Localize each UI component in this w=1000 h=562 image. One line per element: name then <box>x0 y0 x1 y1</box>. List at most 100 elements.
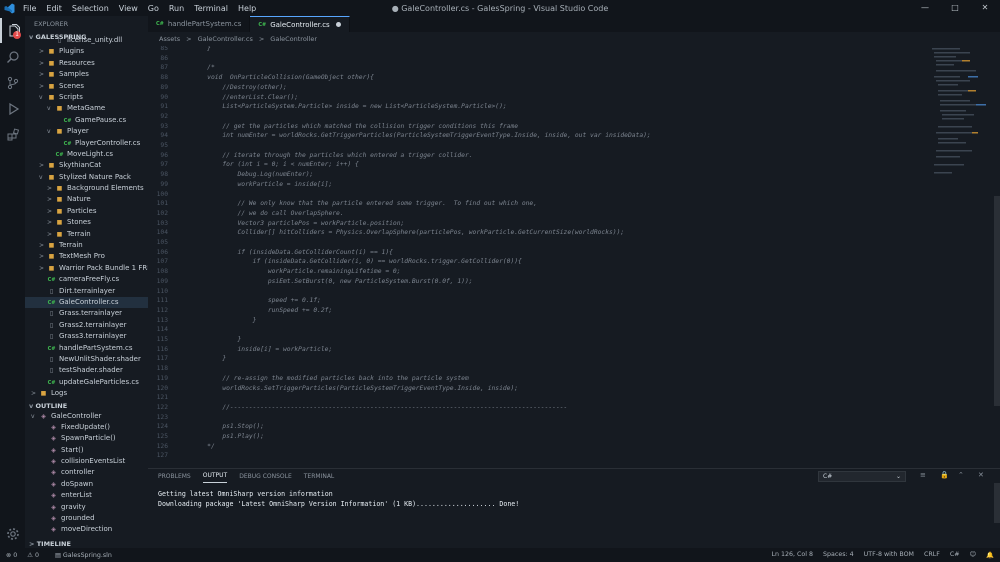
lock-icon[interactable]: 🔒 <box>940 471 949 479</box>
folder-item[interactable]: v ■ Player <box>25 126 148 137</box>
folder-item[interactable]: > ■ Warrior Pack Bundle 1 FREE <box>25 263 148 274</box>
output-channel-select[interactable]: C# ⌄ <box>818 471 906 482</box>
tab-galecontroller-cs[interactable]: C# GaleController.cs <box>250 16 350 32</box>
file-encoding[interactable]: UTF-8 with BOM <box>864 551 914 559</box>
tab-handlepartsystem-cs[interactable]: C# handlePartSystem.cs <box>148 16 251 32</box>
notifications-icon[interactable]: 🔔 <box>986 551 994 559</box>
file-item[interactable]: ▯ Grass2.terrainlayer <box>25 320 148 331</box>
folder-item[interactable]: > ■ Terrain <box>25 240 148 251</box>
panel-scrollbar[interactable] <box>994 483 1000 523</box>
folder-item[interactable]: > ■ Resources <box>25 58 148 69</box>
folder-item[interactable]: v ■ Scripts <box>25 92 148 103</box>
file-item[interactable]: C# MoveLight.cs <box>25 149 148 160</box>
outline-item[interactable]: ◈ Start() <box>25 445 148 456</box>
menu-item-edit[interactable]: Edit <box>41 4 67 13</box>
code-line: 103 Vector3 particlePos = workParticle.p… <box>148 219 928 229</box>
list-filter-icon[interactable]: ≡ <box>920 471 926 479</box>
outline-item[interactable]: ◈ grounded <box>25 513 148 524</box>
panel-tab-output[interactable]: OUTPUT <box>202 469 228 483</box>
folder-item[interactable]: > ■ Particles <box>25 206 148 217</box>
folder-item[interactable]: v ■ Stylized Nature Pack <box>25 172 148 183</box>
source-control-icon[interactable] <box>0 70 25 95</box>
run-debug-icon[interactable] <box>0 96 25 121</box>
errors-indicator[interactable]: ⊗ 0 ⚠ 0 <box>6 552 47 559</box>
outline-item[interactable]: ◈ moveDirection <box>25 524 148 535</box>
outline-section-header[interactable]: v OUTLINE <box>25 401 148 411</box>
file-item[interactable]: ▯ Dirt.terrainlayer <box>25 286 148 297</box>
file-item[interactable]: C# GaleController.cs <box>25 296 148 309</box>
unsaved-dot-icon[interactable] <box>335 22 341 27</box>
folder-item[interactable]: > ■ Logs <box>25 388 148 399</box>
file-item[interactable]: ▯ NewUnlitShader.shader <box>25 354 148 365</box>
folder-item[interactable]: > ■ Plugins <box>25 46 148 57</box>
outline-item[interactable]: v ◈ GaleController <box>25 411 148 422</box>
folder-item[interactable]: > ■ Terrain <box>25 229 148 240</box>
folder-item[interactable]: > ■ Background Elements <box>25 183 148 194</box>
breadcrumb-item[interactable]: GaleController.cs <box>198 35 253 43</box>
line-number: 126 <box>156 442 168 450</box>
menu-item-selection[interactable]: Selection <box>67 4 114 13</box>
outline-item[interactable]: ◈ FixedUpdate() <box>25 422 148 433</box>
panel-tab-debug-console[interactable]: DEBUG CONSOLE <box>239 470 292 483</box>
menu-item-view[interactable]: View <box>114 4 143 13</box>
menu-item-go[interactable]: Go <box>143 4 164 13</box>
file-item[interactable]: C# cameraFreeFly.cs <box>25 274 148 285</box>
menu-item-terminal[interactable]: Terminal <box>189 4 233 13</box>
explorer-icon[interactable]: 1 <box>0 18 25 43</box>
chevron-up-icon[interactable]: ⌃ <box>958 471 964 479</box>
menu-item-run[interactable]: Run <box>164 4 189 13</box>
tree-item-label: Warrior Pack Bundle 1 FREE <box>59 263 148 272</box>
panel-tab-problems[interactable]: PROBLEMS <box>158 470 191 483</box>
folder-item[interactable]: > ■ SkythianCat <box>25 160 148 171</box>
maximize-button[interactable]: □ <box>940 0 970 16</box>
folder-item[interactable]: > ■ Stones <box>25 217 148 228</box>
editor-scrollbar-thumb[interactable] <box>994 196 1000 406</box>
outline-item[interactable]: ◈ enterList <box>25 490 148 501</box>
folder-item[interactable]: > ■ Scenes <box>25 81 148 92</box>
outline-item[interactable]: ◈ controller <box>25 467 148 478</box>
settings-gear-icon[interactable] <box>0 521 25 546</box>
file-item[interactable]: ▯ Grass.terrainlayer <box>25 308 148 319</box>
file-item[interactable]: ▯ license_unity.dll <box>25 35 148 46</box>
timeline-section-header[interactable]: > TIMELINE <box>25 539 148 548</box>
breadcrumb-item[interactable]: Assets <box>159 35 180 43</box>
close-button[interactable]: ✕ <box>970 0 1000 16</box>
language-mode[interactable]: C# <box>950 551 960 559</box>
code-editor[interactable]: 85 } 86 87 /* 88 void OnParticleCollision(G… <box>148 46 1000 478</box>
search-icon[interactable] <box>0 44 25 69</box>
minimap[interactable] <box>932 46 992 186</box>
breadcrumb-item[interactable]: GaleController <box>270 35 317 43</box>
outline-item[interactable]: ◈ doSpawn <box>25 479 148 490</box>
folder-item[interactable]: > ■ Nature <box>25 194 148 205</box>
line-number: 114 <box>156 326 168 334</box>
panel-close-icon[interactable]: ✕ <box>978 471 984 479</box>
extensions-icon[interactable] <box>0 122 25 147</box>
feedback-icon[interactable]: ☺ <box>970 551 977 559</box>
folder-item[interactable]: > ■ Samples <box>25 69 148 80</box>
project-indicator[interactable]: ▤ GalesSpring.sln <box>55 552 120 559</box>
file-icon: ▯ <box>49 287 54 295</box>
file-icon: ▯ <box>49 321 54 329</box>
output-log[interactable]: Getting latest OmniSharp version informa… <box>148 483 1000 509</box>
editor-scrollbar[interactable] <box>994 46 1000 478</box>
line-ending[interactable]: CRLF <box>924 551 940 559</box>
minimize-button[interactable]: — <box>910 0 940 16</box>
file-item[interactable]: ▯ Grass3.terrainlayer <box>25 331 148 342</box>
panel-tab-terminal[interactable]: TERMINAL <box>304 470 335 483</box>
folder-item[interactable]: v ■ MetaGame <box>25 103 148 114</box>
folder-item[interactable]: > ■ TextMesh Pro <box>25 251 148 262</box>
file-item[interactable]: C# GamePause.cs <box>25 115 148 126</box>
file-item[interactable]: C# handlePartSystem.cs <box>25 343 148 354</box>
menu-item-help[interactable]: Help <box>233 4 261 13</box>
file-item[interactable]: C# PlayerController.cs <box>25 138 148 149</box>
line-number: 104 <box>156 229 168 237</box>
file-item[interactable]: ▯ testShader.shader <box>25 365 148 376</box>
outline-item[interactable]: ◈ SpawnParticle() <box>25 433 148 444</box>
outline-item[interactable]: ◈ collisionEventsList <box>25 456 148 467</box>
code-line: 88 void OnParticleCollision(GameObject o… <box>148 73 928 83</box>
file-item[interactable]: C# updateGaleParticles.cs <box>25 377 148 388</box>
outline-item[interactable]: ◈ gravity <box>25 502 148 513</box>
indentation[interactable]: Spaces: 4 <box>823 551 854 559</box>
menu-item-file[interactable]: File <box>18 4 41 13</box>
cursor-position[interactable]: Ln 126, Col 8 <box>772 551 814 559</box>
